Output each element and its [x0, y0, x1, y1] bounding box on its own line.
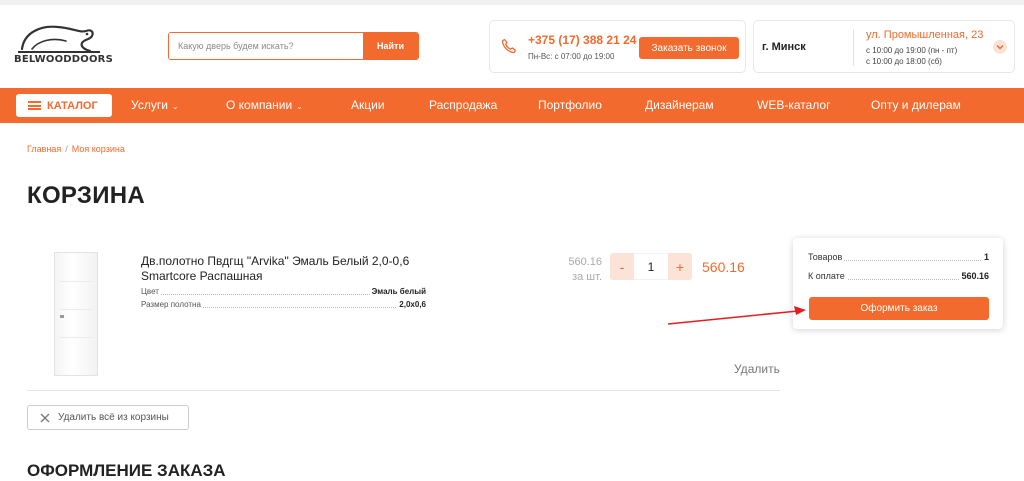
divider	[27, 390, 780, 391]
logo-beaver-icon	[18, 25, 100, 53]
breadcrumb-home[interactable]: Главная	[27, 144, 61, 154]
clear-cart-button[interactable]: Удалить всё из корзины	[27, 405, 189, 430]
product-prop-size: Размер полотна 2,0х0,6	[141, 300, 426, 310]
prop-label: Размер полотна	[141, 300, 203, 309]
phone-box: +375 (17) 388 21 24 Пн-Вс: с 07:00 до 19…	[489, 20, 746, 73]
nav-item-designers[interactable]: Дизайнерам	[645, 98, 714, 112]
clear-cart-label: Удалить всё из корзины	[58, 412, 169, 423]
annotation-arrow-icon	[667, 306, 806, 325]
nav-item-sale[interactable]: Распродажа	[429, 98, 497, 112]
logo-text: BELWOODDOORS	[14, 54, 113, 65]
summary-items-label: Товаров	[808, 252, 845, 262]
nav-item-about[interactable]: О компании ⌄	[226, 98, 303, 112]
chevron-down-icon: ⌄	[171, 102, 179, 111]
chevron-down-icon	[996, 45, 1004, 50]
unit-price-label: за шт.	[572, 271, 602, 283]
breadcrumb-current[interactable]: Моя корзина	[72, 144, 125, 154]
checkout-heading: ОФОРМЛЕНИЕ ЗАКАЗА	[27, 461, 226, 480]
location-expand-button[interactable]	[993, 40, 1007, 54]
breadcrumb: Главная / Моя корзина	[27, 144, 125, 154]
menu-icon	[28, 101, 41, 110]
delete-item-link[interactable]: Удалить	[734, 362, 780, 376]
search-button[interactable]: Найти	[363, 33, 418, 59]
product-prop-color: Цвет Эмаль белый	[141, 287, 426, 297]
store-address[interactable]: ул. Промышленная, 23	[866, 29, 983, 41]
nav-item-promotions[interactable]: Акции	[351, 98, 385, 112]
unit-price-value: 560.16	[568, 256, 602, 268]
summary-total-label: К оплате	[808, 271, 847, 281]
order-summary: Товаров 1 К оплате 560.16 Оформить заказ	[793, 238, 1003, 329]
prop-value: Эмаль белый	[369, 287, 426, 296]
catalog-label: КАТАЛОГ	[47, 99, 98, 112]
product-image[interactable]	[54, 252, 98, 376]
line-total: 560.16	[702, 259, 745, 275]
qty-increase-button[interactable]: +	[668, 253, 692, 280]
nav-item-label: О компании	[226, 98, 293, 112]
phone-icon	[501, 38, 517, 54]
qty-decrease-button[interactable]: -	[610, 253, 634, 280]
nav-item-web-catalog[interactable]: WEB-каталог	[757, 98, 830, 112]
chevron-down-icon: ⌄	[296, 102, 303, 111]
search-bar: Найти	[168, 32, 419, 60]
phone-hours: Пн-Вс: с 07:00 до 19:00	[528, 52, 615, 61]
page-title: КОРЗИНА	[27, 182, 146, 209]
callback-button[interactable]: Заказать звонок	[639, 37, 739, 59]
schedule-weekdays: с 10:00 до 19:00 (пн - пт)	[866, 46, 958, 55]
unit-price: 560.16 за шт.	[562, 255, 602, 285]
schedule-saturday: с 10:00 до 18:00 (сб)	[866, 57, 942, 66]
summary-total-row: К оплате 560.16	[808, 271, 989, 283]
summary-items-row: Товаров 1	[808, 252, 989, 264]
nav-item-services[interactable]: Услуги ⌄	[131, 98, 179, 112]
nav-item-portfolio[interactable]: Портфолио	[538, 98, 602, 112]
breadcrumb-separator: /	[65, 144, 68, 154]
divider	[853, 29, 854, 66]
catalog-button[interactable]: КАТАЛОГ	[16, 94, 112, 117]
nav-item-wholesale[interactable]: Опту и дилерам	[871, 98, 961, 112]
prop-value: 2,0х0,6	[397, 300, 426, 309]
location-box: г. Минск ул. Промышленная, 23 с 10:00 до…	[753, 20, 1015, 73]
phone-number[interactable]: +375 (17) 388 21 24	[528, 33, 636, 47]
search-input[interactable]	[169, 33, 363, 59]
qty-input[interactable]	[634, 253, 668, 280]
top-strip	[0, 0, 1024, 5]
main-nav: КАТАЛОГ Услуги ⌄ О компании ⌄ Акции Распро…	[0, 88, 1024, 123]
nav-item-label: Услуги	[131, 98, 168, 112]
checkout-button[interactable]: Оформить заказ	[809, 297, 989, 320]
prop-label: Цвет	[141, 287, 161, 296]
close-icon	[40, 413, 50, 422]
quantity-stepper: - +	[610, 253, 692, 280]
summary-total-value: 560.16	[959, 271, 989, 281]
product-name[interactable]: Дв.полотно Пвдгщ "Arvika" Эмаль Белый 2,…	[141, 254, 431, 284]
city-selector[interactable]: г. Минск	[762, 41, 806, 53]
summary-items-count: 1	[981, 252, 989, 262]
logo[interactable]: BELWOODDOORS	[14, 19, 113, 71]
